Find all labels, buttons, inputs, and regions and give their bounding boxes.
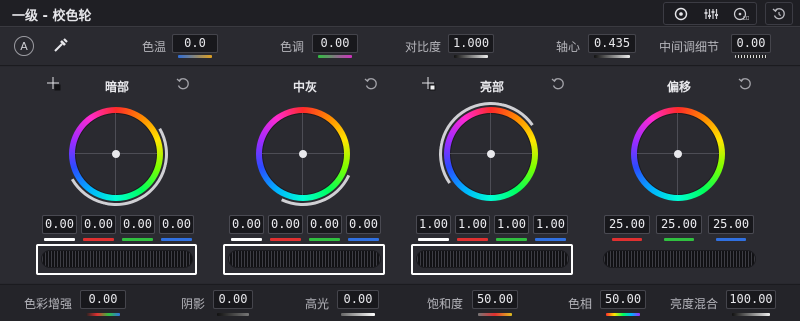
gamma-b-bar xyxy=(348,238,379,241)
offset-g-bar xyxy=(664,238,694,241)
reset-all-icon[interactable] xyxy=(765,2,793,25)
bars-icon[interactable] xyxy=(696,3,726,24)
lift-r-bar xyxy=(83,238,114,241)
auto-balance-button[interactable]: A xyxy=(14,36,34,56)
gain-b-field[interactable]: 1.00 xyxy=(533,215,568,234)
gain-title: 亮部 xyxy=(480,80,505,94)
adjustment-row: A 色温 0.0 色调 0.00 对比度 1.000 轴心 0.435 中间调细… xyxy=(0,28,800,66)
log-icon[interactable]: LOG xyxy=(726,3,756,24)
lift-master-wheel[interactable] xyxy=(41,250,193,268)
midtone-detail-field[interactable]: 0.00 xyxy=(731,34,771,53)
pivot-label: 轴心 xyxy=(556,40,581,54)
shadows-field[interactable]: 0.00 xyxy=(213,290,253,309)
gamma-puck[interactable] xyxy=(299,150,307,158)
offset-color-wheel[interactable] xyxy=(631,107,725,201)
panel-title: 一级 - 校色轮 xyxy=(12,9,92,24)
gain-r-bar xyxy=(457,238,488,241)
contrast-label: 对比度 xyxy=(405,40,442,54)
offset-g-field[interactable]: 25.00 xyxy=(656,215,702,234)
gamma-g-field[interactable]: 0.00 xyxy=(307,215,342,234)
offset-r-bar xyxy=(612,238,642,241)
pivot-scale xyxy=(594,55,630,58)
shadows-scale xyxy=(217,313,249,316)
gain-g-bar xyxy=(496,238,527,241)
saturation-field[interactable]: 50.00 xyxy=(472,290,518,309)
lift-color-wheel[interactable] xyxy=(52,90,180,218)
offset-reset-icon[interactable] xyxy=(738,77,752,95)
gain-picker-icon[interactable] xyxy=(421,76,437,96)
offset-r-field[interactable]: 25.00 xyxy=(604,215,650,234)
colorboost-scale xyxy=(86,313,120,316)
hue-label: 色相 xyxy=(568,297,593,311)
gain-reset-icon[interactable] xyxy=(551,77,565,95)
lum-mix-scale xyxy=(732,313,770,316)
offset-puck[interactable] xyxy=(674,150,682,158)
gain-y-bar xyxy=(418,238,449,241)
bottom-adjustments: 色彩增强 0.00 阴影 0.00 高光 0.00 饱和度 50.00 色相 5… xyxy=(0,284,800,321)
mode-toolbar: LOG xyxy=(663,2,757,25)
gamma-g-bar xyxy=(309,238,340,241)
lift-b-bar xyxy=(161,238,192,241)
midtone-detail-scale xyxy=(735,55,767,58)
title-bar: 一级 - 校色轮 LOG xyxy=(0,0,800,27)
highlights-label: 高光 xyxy=(305,297,330,311)
hue-field[interactable]: 50.00 xyxy=(600,290,646,309)
lift-y-field[interactable]: 0.00 xyxy=(42,215,77,234)
shadows-label: 阴影 xyxy=(181,297,206,311)
svg-text:LOG: LOG xyxy=(743,16,749,21)
gain-puck[interactable] xyxy=(487,150,495,158)
gain-g-field[interactable]: 1.00 xyxy=(494,215,529,234)
gamma-title: 中灰 xyxy=(293,80,318,94)
midtone-detail-label: 中间调细节 xyxy=(659,40,720,54)
wheels-icon[interactable] xyxy=(666,3,696,24)
temp-field[interactable]: 0.0 xyxy=(172,34,218,53)
lum-mix-label: 亮度混合 xyxy=(670,297,719,311)
saturation-label: 饱和度 xyxy=(427,297,464,311)
highlights-scale xyxy=(341,313,375,316)
gain-b-bar xyxy=(535,238,566,241)
tint-scale xyxy=(318,55,352,58)
contrast-field[interactable]: 1.000 xyxy=(448,34,494,53)
gamma-b-field[interactable]: 0.00 xyxy=(346,215,381,234)
gamma-r-bar xyxy=(270,238,301,241)
gamma-y-field[interactable]: 0.00 xyxy=(229,215,264,234)
contrast-scale xyxy=(454,55,488,58)
lift-g-bar xyxy=(122,238,153,241)
white-balance-picker-icon[interactable] xyxy=(51,35,71,55)
lift-b-field[interactable]: 0.00 xyxy=(159,215,194,234)
colorboost-field[interactable]: 0.00 xyxy=(80,290,126,309)
gain-r-field[interactable]: 1.00 xyxy=(455,215,490,234)
temp-scale xyxy=(178,55,212,58)
gamma-y-bar xyxy=(231,238,262,241)
lift-g-field[interactable]: 0.00 xyxy=(120,215,155,234)
gamma-master-wheel[interactable] xyxy=(228,250,381,268)
offset-b-field[interactable]: 25.00 xyxy=(708,215,754,234)
saturation-scale xyxy=(478,313,512,316)
tint-field[interactable]: 0.00 xyxy=(312,34,358,53)
tint-label: 色调 xyxy=(280,40,305,54)
pivot-field[interactable]: 0.435 xyxy=(588,34,636,53)
lift-r-field[interactable]: 0.00 xyxy=(81,215,116,234)
gamma-r-field[interactable]: 0.00 xyxy=(268,215,303,234)
temp-label: 色温 xyxy=(142,40,167,54)
offset-title: 偏移 xyxy=(667,80,692,94)
lift-reset-icon[interactable] xyxy=(176,77,190,95)
colorboost-label: 色彩增强 xyxy=(24,297,73,311)
highlights-field[interactable]: 0.00 xyxy=(337,290,379,309)
hue-scale xyxy=(606,313,640,316)
offset-master-wheel[interactable] xyxy=(603,250,756,268)
gamma-reset-icon[interactable] xyxy=(364,77,378,95)
lift-picker-icon[interactable] xyxy=(46,76,62,96)
offset-b-bar xyxy=(716,238,746,241)
lift-puck[interactable] xyxy=(112,150,120,158)
lift-title: 暗部 xyxy=(105,80,130,94)
gamma-color-wheel[interactable] xyxy=(236,87,370,221)
gain-master-wheel[interactable] xyxy=(416,250,569,268)
gain-y-field[interactable]: 1.00 xyxy=(416,215,451,234)
lum-mix-field[interactable]: 100.00 xyxy=(726,290,776,309)
gain-color-wheel[interactable] xyxy=(430,93,552,215)
lift-y-bar xyxy=(44,238,75,241)
